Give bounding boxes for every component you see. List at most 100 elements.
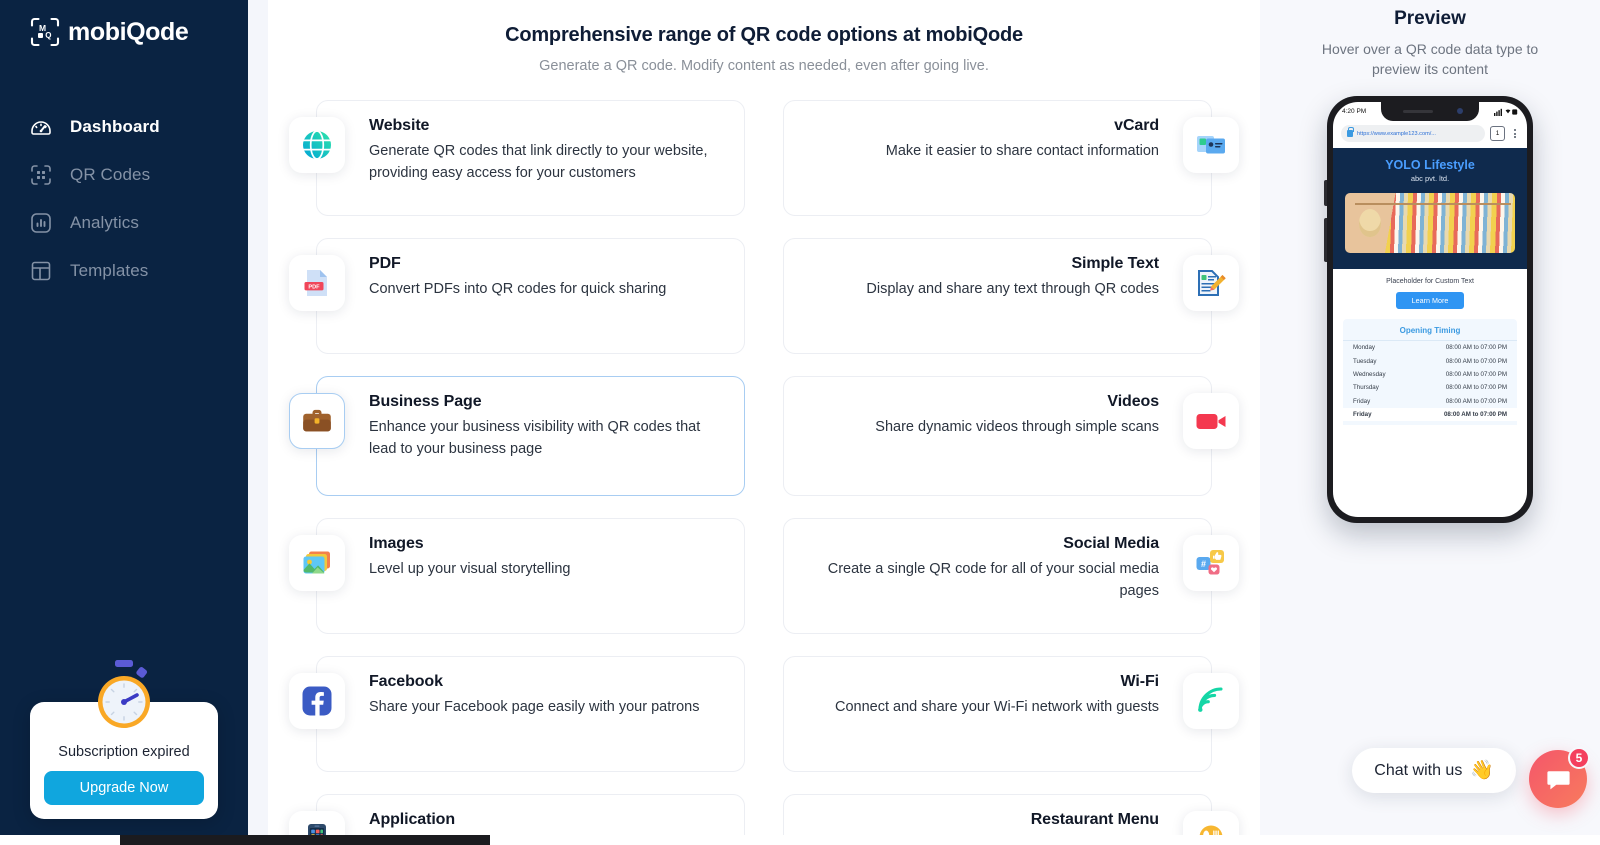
photo-stack-icon xyxy=(289,535,345,591)
subscription-status: Subscription expired xyxy=(58,744,190,760)
sidebar-item-label: Templates xyxy=(70,261,149,280)
opening-hours-row: Wednesday 08:00 AM to 07:00 PM xyxy=(1343,368,1517,381)
preview-business-subtitle: abc pvt. ltd. xyxy=(1410,174,1450,183)
main-panel: Comprehensive range of QR code options a… xyxy=(268,0,1260,845)
opening-hours-row: Friday 08:00 AM to 07:00 PM xyxy=(1343,395,1517,408)
chat-with-us-pill[interactable]: Chat with us 👋 xyxy=(1352,748,1516,793)
opening-hours-row: Tuesday 08:00 AM to 07:00 PM xyxy=(1343,354,1517,367)
preview-panel: Preview Hover over a QR code data type t… xyxy=(1260,0,1600,845)
chat-unread-badge: 5 xyxy=(1568,747,1590,769)
opening-hours-title: Opening Timing xyxy=(1343,326,1517,341)
qr-type-card-business-page[interactable]: Business Page Enhance your business visi… xyxy=(289,376,745,496)
qr-type-description: Enhance your business visibility with QR… xyxy=(369,419,701,458)
qr-type-card-images[interactable]: Images Level up your visual storytelling xyxy=(289,518,745,634)
lock-icon xyxy=(1347,127,1354,137)
upgrade-now-button[interactable]: Upgrade Now xyxy=(44,771,204,805)
qr-type-card-vcard[interactable]: vCard Make it easier to share contact in… xyxy=(783,100,1239,216)
phone-mockup: 4:20 PM https://www.example123.com/... 1… xyxy=(1324,96,1533,523)
svg-text:Q: Q xyxy=(45,31,51,40)
qr-type-title: PDF xyxy=(369,255,401,272)
qr-type-title: Facebook xyxy=(369,673,443,690)
qr-type-title: vCard xyxy=(1114,117,1159,134)
sidebar-item-dashboard[interactable]: Dashboard xyxy=(0,103,248,151)
page-title: Comprehensive range of QR code options a… xyxy=(505,24,1023,46)
sidebar: M Q mobiQode Dashboard QR Codes Analytic… xyxy=(0,0,248,845)
qr-type-grid: Website Generate QR codes that link dire… xyxy=(268,74,1260,845)
sidebar-item-label: QR Codes xyxy=(70,165,151,184)
status-time: 4:20 PM xyxy=(1342,108,1367,115)
qr-type-card-videos[interactable]: Videos Share dynamic videos through simp… xyxy=(783,376,1239,496)
brand-logo[interactable]: M Q mobiQode xyxy=(0,0,248,47)
hours-day: Friday xyxy=(1353,397,1371,405)
qr-type-card-facebook[interactable]: Facebook Share your Facebook page easily… xyxy=(289,656,745,772)
opening-hours-row: Friday 08:00 AM to 07:00 PM xyxy=(1343,407,1517,422)
qr-type-title: Business Page xyxy=(369,393,482,410)
briefcase-icon xyxy=(289,393,345,449)
hours-day: Friday xyxy=(1353,411,1372,419)
qr-type-description: Generate QR codes that link directly to … xyxy=(369,143,708,182)
stopwatch-icon xyxy=(88,658,160,734)
qr-type-title: Restaurant Menu xyxy=(1030,811,1159,828)
qr-type-card-pdf[interactable]: PDF PDF Convert PDFs into QR codes for q… xyxy=(289,238,745,354)
qr-type-title: Wi-Fi xyxy=(1120,673,1160,690)
preview-title: Preview xyxy=(1394,8,1466,29)
qr-type-title: Application xyxy=(369,811,456,828)
qr-type-description: Display and share any text through QR co… xyxy=(866,281,1159,297)
preview-learn-more-button[interactable]: Learn More xyxy=(1395,292,1465,309)
main-header: Comprehensive range of QR code options a… xyxy=(268,0,1260,74)
chat-launcher-button[interactable]: 5 xyxy=(1529,747,1590,808)
sidebar-nav: Dashboard QR Codes Analytics Templates xyxy=(0,103,248,295)
subscription-card: Subscription expired Upgrade Now xyxy=(30,660,218,819)
phone-browser-bar: https://www.example123.com/... 1 xyxy=(1333,121,1527,148)
preview-hero-photo xyxy=(1345,193,1515,253)
phone-notch xyxy=(1381,102,1479,121)
hours-day: Thursday xyxy=(1353,384,1379,392)
sidebar-item-qr-codes[interactable]: QR Codes xyxy=(0,151,248,199)
svg-text:PDF: PDF xyxy=(308,284,320,290)
sidebar-item-templates[interactable]: Templates xyxy=(0,247,248,295)
qr-logo-icon: M Q xyxy=(30,17,60,47)
sidebar-content-gap xyxy=(248,0,268,845)
url-text: https://www.example123.com/... xyxy=(1357,130,1436,137)
hours-time: 08:00 AM to 07:00 PM xyxy=(1443,411,1507,419)
tab-count-button[interactable]: 1 xyxy=(1490,126,1505,141)
qr-type-description: Convert PDFs into QR codes for quick sha… xyxy=(369,281,667,297)
hours-time: 08:00 AM to 07:00 PM xyxy=(1445,344,1507,352)
hours-day: Monday xyxy=(1353,344,1376,352)
wifi-icon xyxy=(1183,673,1239,729)
contact-card-icon xyxy=(1183,117,1239,173)
hours-time: 08:00 AM to 07:00 PM xyxy=(1445,357,1507,365)
qr-type-title: Website xyxy=(369,117,430,134)
preview-business-name: YOLO Lifestyle xyxy=(1385,158,1475,172)
more-options-icon[interactable] xyxy=(1510,129,1519,138)
qr-type-description: Connect and share your Wi-Fi network wit… xyxy=(835,699,1159,715)
preview-placeholder-text: Placeholder for Custom Text xyxy=(1386,278,1474,285)
waving-hand-icon: 👋 xyxy=(1470,760,1494,781)
qr-type-title: Images xyxy=(369,535,424,552)
qr-type-card-simple-text[interactable]: Simple Text Display and share any text t… xyxy=(783,238,1239,354)
brand-name: mobiQode xyxy=(68,17,189,46)
preview-subtitle: Hover over a QR code data type to previe… xyxy=(1321,41,1539,78)
qr-type-card-social-media[interactable]: # Social Media Create a single QR code f… xyxy=(783,518,1239,634)
app-root: M Q mobiQode Dashboard QR Codes Analytic… xyxy=(0,0,1600,845)
horizontal-scrollbar[interactable] xyxy=(0,835,1600,845)
hours-time: 08:00 AM to 07:00 PM xyxy=(1445,384,1507,392)
url-input[interactable]: https://www.example123.com/... xyxy=(1341,125,1485,142)
pdf-file-icon: PDF xyxy=(289,255,345,311)
hours-time: 08:00 AM to 07:00 PM xyxy=(1445,397,1507,405)
qr-type-title: Simple Text xyxy=(1071,255,1159,272)
qr-type-card-website[interactable]: Website Generate QR codes that link dire… xyxy=(289,100,745,216)
sidebar-item-label: Analytics xyxy=(70,213,139,232)
qr-type-card-wifi[interactable]: Wi-Fi Connect and share your Wi-Fi netwo… xyxy=(783,656,1239,772)
sidebar-item-label: Dashboard xyxy=(70,117,160,136)
scrollbar-thumb[interactable] xyxy=(120,835,490,845)
video-camera-icon xyxy=(1183,393,1239,449)
text-document-icon xyxy=(1183,255,1239,311)
opening-hours-row: Thursday 08:00 AM to 07:00 PM xyxy=(1343,381,1517,394)
sidebar-item-analytics[interactable]: Analytics xyxy=(0,199,248,247)
chat-pill-label: Chat with us xyxy=(1374,761,1463,779)
qr-type-description: Share your Facebook page easily with you… xyxy=(369,699,700,715)
qr-type-title: Videos xyxy=(1107,393,1159,410)
status-signal-icons xyxy=(1494,108,1518,116)
speedometer-icon xyxy=(28,114,54,140)
